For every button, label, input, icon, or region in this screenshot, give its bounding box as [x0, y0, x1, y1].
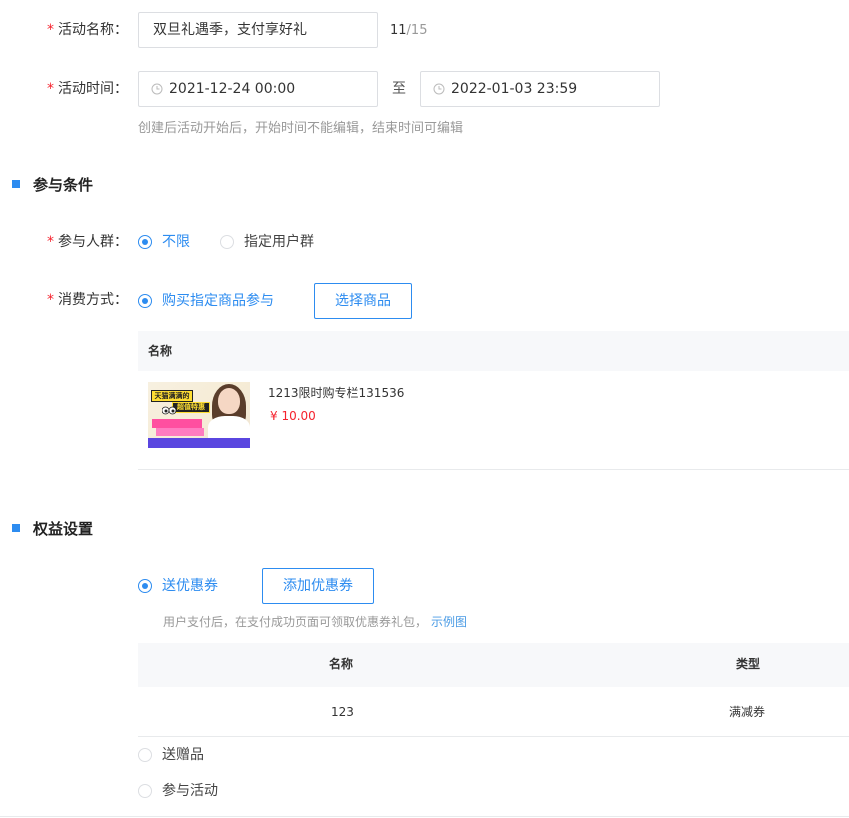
section-title-benefits: 权益设置 [12, 519, 93, 539]
add-coupon-button[interactable]: 添加优惠券 [262, 568, 374, 604]
section-title-conditions: 参与条件 [12, 175, 93, 195]
coupon-hint: 用户支付后，在支付成功页面可领取优惠券礼包， 示例图 [163, 615, 468, 629]
goods-table-header-name: 名称 [148, 344, 173, 358]
table-row: 123 满减券 [138, 687, 849, 737]
goods-table-header: 名称 [138, 331, 849, 371]
thumb-banner-pink-2 [156, 428, 204, 436]
benefit-radio-gift[interactable]: 送赠品 [138, 745, 204, 765]
activity-name-input[interactable]: 双旦礼遇季，支付享好礼 [138, 12, 378, 48]
coupon-table-header-type: 类型 [736, 657, 761, 671]
start-time-picker[interactable]: 2021-12-24 00:00 [138, 71, 378, 107]
consume-label: * 消费方式： [47, 292, 128, 308]
radio-unchecked-icon [138, 748, 152, 762]
radio-checked-icon [138, 235, 152, 249]
product-name: 1213限时购专栏131536 [268, 386, 405, 400]
coupon-name-cell: 123 [331, 705, 354, 719]
thumb-face [218, 388, 240, 414]
activity-name-label: * 活动名称： [47, 22, 128, 38]
radio-checked-icon [138, 294, 152, 308]
time-range-separator: 至 [392, 81, 406, 97]
coupon-type-cell: 满减券 [729, 705, 766, 719]
time-hint: 创建后活动开始后，开始时间不能编辑，结束时间可编辑 [138, 121, 464, 136]
coupon-table-header-name: 名称 [329, 657, 354, 671]
consume-radio-specified-goods[interactable]: 购买指定商品参与 [138, 291, 274, 311]
radio-unchecked-icon [220, 235, 234, 249]
required-asterisk: * [47, 234, 54, 250]
thumb-strip [148, 438, 250, 448]
thumb-text-2: 超值特惠 [172, 402, 210, 413]
radio-unchecked-icon [138, 784, 152, 798]
select-goods-button[interactable]: 选择商品 [314, 283, 412, 319]
product-thumbnail: 天猫满满的 超值特惠 [148, 382, 250, 448]
section-marker-icon [12, 524, 20, 532]
audience-label: * 参与人群： [47, 234, 128, 250]
audience-radio-specific-group[interactable]: 指定用户群 [220, 232, 314, 252]
audience-radio-unlimited[interactable]: 不限 [138, 232, 190, 252]
required-asterisk: * [47, 22, 54, 38]
clock-icon [433, 83, 445, 95]
activity-name-counter: 11/15 [390, 23, 428, 38]
thumb-eyes-icon [162, 406, 176, 415]
end-time-picker[interactable]: 2022-01-03 23:59 [420, 71, 660, 107]
activity-time-label: * 活动时间： [47, 81, 128, 97]
thumb-text-1: 天猫满满的 [151, 390, 193, 402]
radio-checked-icon [138, 579, 152, 593]
section-marker-icon [12, 180, 20, 188]
thumb-banner-pink [152, 419, 202, 428]
benefit-radio-join-activity[interactable]: 参与活动 [138, 781, 218, 801]
required-asterisk: * [47, 292, 54, 308]
product-price: ¥ 10.00 [270, 409, 316, 423]
example-image-link[interactable]: 示例图 [431, 615, 467, 629]
benefit-radio-coupon[interactable]: 送优惠券 [138, 576, 218, 596]
clock-icon [151, 83, 163, 95]
required-asterisk: * [47, 81, 54, 97]
bottom-divider [0, 816, 849, 817]
coupon-table-header: 名称 类型 [138, 643, 849, 687]
